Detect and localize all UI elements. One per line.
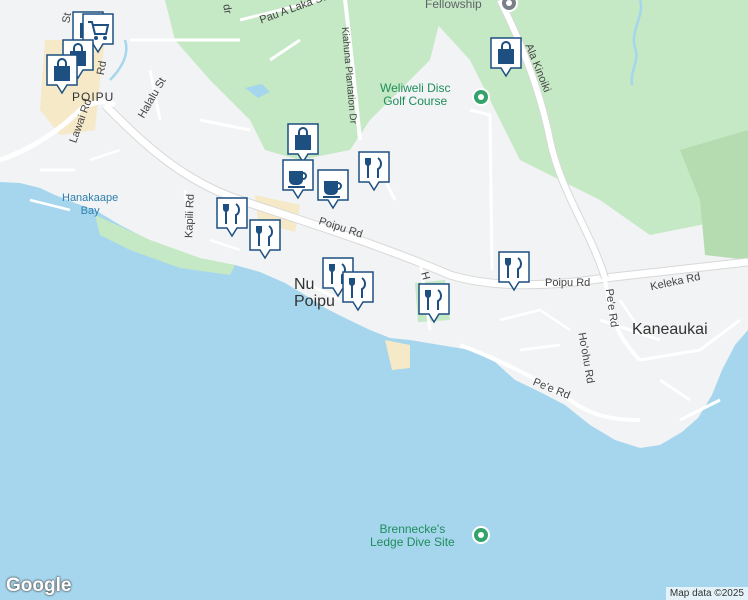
restaurant-marker[interactable] <box>340 270 376 314</box>
restaurant-marker[interactable] <box>496 250 532 294</box>
golf-poi-icon[interactable] <box>472 88 490 106</box>
place-label-kaneaukai: Kaneaukai <box>632 321 708 338</box>
road-label-poipu-rd: Poipu Rd <box>545 277 591 289</box>
restaurant-marker[interactable] <box>416 282 452 326</box>
dive-site-poi-icon[interactable] <box>472 526 490 544</box>
restaurant-marker[interactable] <box>356 150 392 194</box>
shopping-marker[interactable] <box>488 36 524 80</box>
poi-label-brennecke[interactable]: Brennecke's Ledge Dive Site <box>370 523 455 549</box>
restaurant-marker[interactable] <box>214 196 250 240</box>
road-label-dr: dr <box>220 3 234 15</box>
poi-label-fellowship[interactable]: Fellowship <box>425 0 482 11</box>
shopping-marker[interactable] <box>44 53 80 97</box>
map-attribution[interactable]: Map data ©2025 <box>665 587 748 600</box>
poi-label-weliweli[interactable]: Weliweli Disc Golf Course <box>380 82 450 108</box>
map-canvas[interactable]: POIPU Kaneaukai Nu Poipu Hanakaape Bay W… <box>0 0 748 600</box>
water-label-hanakaape-bay: Hanakaape Bay <box>62 192 119 217</box>
road-label-rd: Rd <box>94 60 110 76</box>
restaurant-marker[interactable] <box>247 218 283 262</box>
road-label-kapili-rd: Kapili Rd <box>183 193 197 239</box>
cafe-marker[interactable] <box>280 158 316 202</box>
beach-area <box>385 340 410 370</box>
cafe-marker[interactable] <box>315 168 351 212</box>
google-logo: Google <box>6 575 72 596</box>
